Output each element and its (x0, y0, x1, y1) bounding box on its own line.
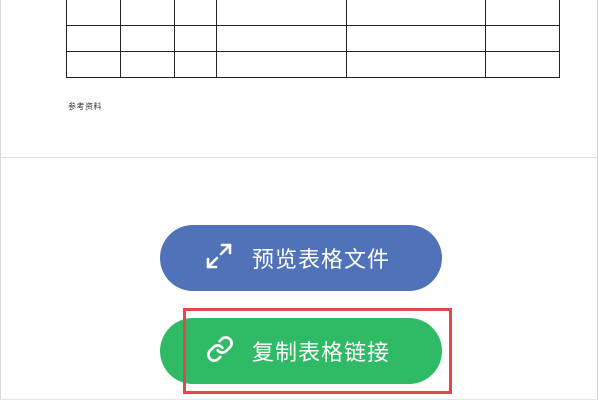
table-cell (120, 0, 175, 26)
preview-table-label: 预览表格文件 (252, 248, 391, 273)
table-cell (66, 0, 121, 26)
table-row (66, 51, 560, 78)
table-cell (216, 51, 347, 78)
table-row (66, 0, 560, 26)
table-cell (485, 51, 560, 78)
document-table (66, 0, 560, 78)
table-cell (346, 25, 486, 52)
table-cell (174, 25, 217, 52)
table-cell (66, 51, 121, 78)
copy-table-link-button[interactable]: 复制表格链接 (160, 318, 442, 384)
table-cell (66, 25, 121, 52)
table-cell (346, 0, 486, 26)
preview-table-button[interactable]: 预览表格文件 (160, 225, 442, 291)
link-icon (206, 335, 234, 367)
table-cell (485, 25, 560, 52)
document-preview: 参考资料 (0, 0, 598, 157)
table-cell (174, 51, 217, 78)
table-cell (216, 0, 347, 26)
table-cell (120, 51, 175, 78)
table-cell (174, 0, 217, 26)
reference-label: 参考资料 (68, 102, 102, 111)
table-cell (485, 0, 560, 26)
expand-arrows-icon (205, 242, 233, 274)
table-cell (120, 25, 175, 52)
copy-table-link-label: 复制表格链接 (252, 341, 391, 366)
table-row (66, 25, 560, 52)
section-divider (0, 157, 598, 158)
table-cell (346, 51, 486, 78)
table-cell (216, 25, 347, 52)
